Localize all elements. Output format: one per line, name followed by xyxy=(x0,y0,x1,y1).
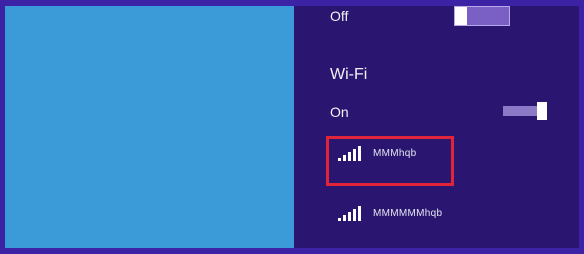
network-settings-panel: Off Wi-Fi On MMMhqb MMMMMMhqb xyxy=(294,6,579,248)
toggle-track xyxy=(503,106,537,116)
desktop-background xyxy=(5,6,294,248)
wifi-signal-icon xyxy=(338,146,361,161)
toggle-thumb xyxy=(537,102,547,120)
toggle-thumb xyxy=(455,7,467,25)
network-name: MMMhqb xyxy=(373,148,417,159)
selected-network-highlight xyxy=(326,136,454,186)
network-item-1[interactable]: MMMhqb xyxy=(338,146,416,161)
frame-right xyxy=(579,0,584,254)
airplane-mode-state-label: Off xyxy=(330,8,349,24)
wifi-section-title: Wi-Fi xyxy=(330,66,368,83)
airplane-mode-toggle[interactable] xyxy=(454,6,510,26)
network-name: MMMMMMhqb xyxy=(373,208,443,219)
wifi-signal-icon xyxy=(338,206,361,221)
frame-bottom xyxy=(0,248,584,254)
wifi-toggle[interactable] xyxy=(503,102,547,120)
wifi-state-label: On xyxy=(330,104,349,120)
network-item-2[interactable]: MMMMMMhqb xyxy=(338,206,442,221)
